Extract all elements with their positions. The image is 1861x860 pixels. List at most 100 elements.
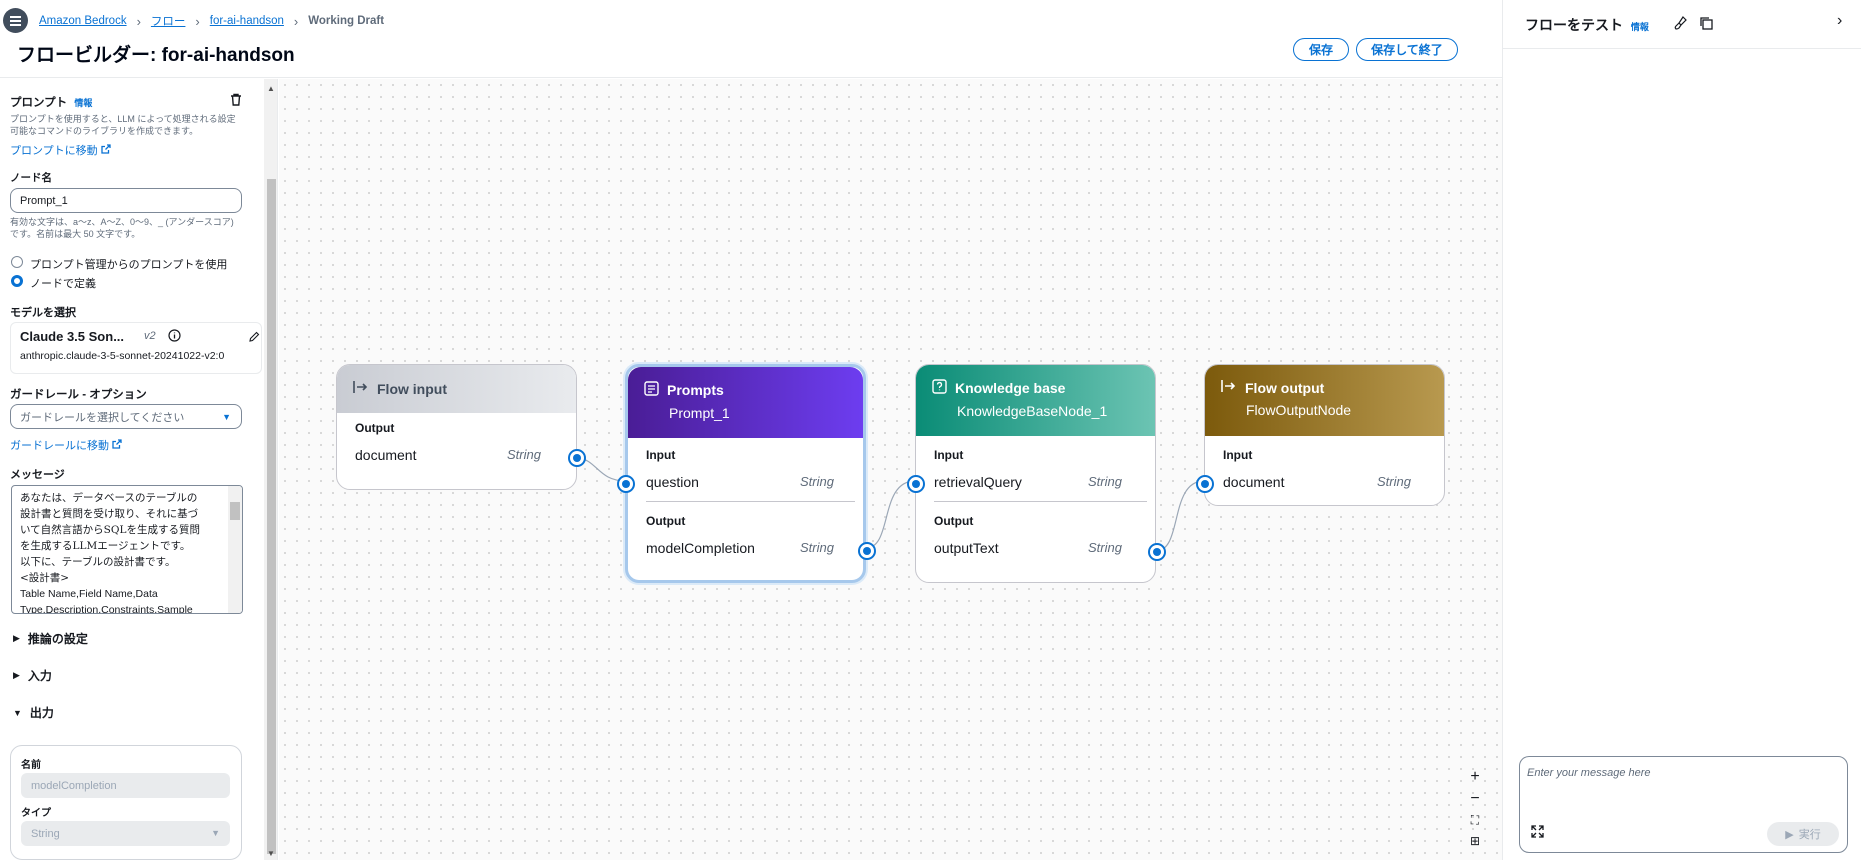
zoom-out-icon[interactable]: − (1466, 790, 1484, 808)
info-link[interactable]: 情報 (1631, 22, 1649, 32)
model-card[interactable]: Claude 3.5 Son... v2 anthropic.claude-3-… (10, 322, 262, 374)
node-flow-output-title: Flow output (1245, 379, 1325, 396)
node-flow-input-title: Flow input (377, 380, 447, 397)
guardrail-select-placeholder: ガードレールを選択してください (20, 411, 185, 424)
external-link-icon (101, 144, 111, 157)
message-line: 以下に、テーブルの設計書です。 (20, 556, 176, 568)
scroll-up-icon[interactable]: ▲ (267, 84, 275, 93)
port-input-label: Input (1223, 448, 1253, 462)
port-output-name: document (355, 447, 417, 463)
chevron-right-icon[interactable]: › (1837, 12, 1842, 30)
page-title: フロービルダー: for-ai-handson (17, 45, 295, 66)
output-type-select: String ▼ (21, 821, 230, 846)
message-textarea[interactable]: あなたは、データベースのテーブルの 設計書と質問を受け取り、それに基づ いて自然… (11, 485, 243, 614)
node-flow-input[interactable]: Flow input Output document String (336, 364, 586, 490)
output-config-card: 名前 modelCompletion タイプ String ▼ (10, 745, 242, 860)
message-label: メッセージ (10, 469, 65, 481)
message-line: あなたは、データベースのテーブルの (20, 492, 198, 504)
model-name: Claude 3.5 Son... (20, 329, 125, 344)
node-knowledge-base[interactable]: Knowledge base KnowledgeBaseNode_1 Input… (907, 364, 1166, 583)
radio-use-managed-prompt[interactable] (11, 256, 23, 268)
test-flow-header: フローをテスト 情報 › (1503, 0, 1861, 49)
port-input-label: Input (934, 448, 964, 462)
info-circle-icon[interactable] (168, 329, 181, 345)
guardrail-label: ガードレール - オプション (10, 389, 147, 401)
scroll-down-icon[interactable]: ▼ (267, 849, 275, 858)
expand-icon[interactable] (1531, 825, 1544, 841)
guardrail-select[interactable]: ガードレールを選択してください ▼ (10, 404, 242, 429)
node-knowledge-base-subtitle: KnowledgeBaseNode_1 (957, 403, 1108, 419)
port-output-type: String (507, 447, 541, 462)
output-port-handle[interactable] (568, 449, 586, 467)
output-port-handle[interactable] (1148, 543, 1166, 561)
caret-down-icon: ▼ (13, 707, 22, 718)
edit-pencil-icon[interactable] (248, 331, 260, 346)
panel-title: プロンプト 情報 (10, 94, 92, 110)
zoom-in-icon[interactable]: + (1466, 768, 1484, 786)
port-input-type: String (1088, 474, 1122, 489)
node-flow-output-header: Flow output FlowOutputNode (1205, 365, 1444, 436)
node-prompts-subtitle: Prompt_1 (669, 405, 730, 421)
node-flow-input-header: Flow input (337, 365, 576, 413)
input-port-handle[interactable] (617, 475, 635, 493)
port-output-label: Output (934, 514, 974, 528)
caret-down-icon: ▼ (211, 828, 220, 838)
port-divider (646, 501, 855, 502)
chevron-right-icon: › (195, 13, 200, 29)
node-prompts-title: Prompts (667, 382, 724, 398)
go-to-guardrail-text: ガードレールに移動 (10, 440, 109, 452)
input-port-handle[interactable] (907, 475, 925, 493)
panel-scrollbar[interactable]: ▲ ▼ (264, 79, 277, 860)
go-to-guardrail-link[interactable]: ガードレールに移動 (10, 437, 122, 453)
fit-view-icon[interactable]: ⛶ (1466, 813, 1484, 828)
input-port-handle[interactable] (1196, 475, 1214, 493)
run-button-label: 実行 (1798, 829, 1821, 841)
message-line: Type,Description,Constraints,Sample (20, 604, 193, 614)
flow-canvas[interactable]: Flow input Output document String Prompt… (279, 79, 1502, 860)
section-inference-settings[interactable]: ▶ 推論の設定 (13, 630, 88, 647)
save-button[interactable]: 保存 (1293, 38, 1349, 61)
section-output[interactable]: ▼ 出力 (13, 704, 54, 721)
auto-layout-icon[interactable]: ⊞ (1466, 834, 1484, 848)
flow-output-icon (1221, 379, 1237, 396)
radio-define-in-node[interactable] (11, 275, 23, 287)
trash-icon[interactable] (230, 93, 242, 109)
chat-input[interactable]: Enter your message here (1527, 767, 1651, 779)
node-name-input[interactable]: Prompt_1 (10, 188, 242, 213)
clear-brush-icon[interactable] (1674, 16, 1688, 33)
model-id: anthropic.claude-3-5-sonnet-20241022-v2:… (20, 350, 225, 362)
port-input-name: document (1223, 474, 1285, 490)
caret-right-icon: ▶ (13, 633, 20, 643)
message-line: を生成するLLMエージェントです。 (20, 540, 191, 552)
go-to-prompt-link[interactable]: プロンプトに移動 (10, 142, 111, 158)
message-line: 設計書と質問を受け取り、それに基づ (20, 508, 199, 520)
chat-input-box[interactable]: Enter your message here ▶ 実行 (1519, 756, 1848, 853)
message-line: Table Name,Field Name,Data (20, 588, 158, 600)
info-link[interactable]: 情報 (74, 98, 92, 108)
copy-icon[interactable] (1699, 16, 1713, 33)
go-to-prompt-text: プロンプトに移動 (10, 145, 98, 157)
chevron-right-icon: › (293, 13, 299, 29)
model-label: モデルを選択 (10, 307, 76, 319)
textarea-scrollbar[interactable] (228, 486, 242, 613)
breadcrumb-flow-name[interactable]: for-ai-handson (210, 15, 284, 27)
run-button[interactable]: ▶ 実行 (1767, 822, 1839, 846)
external-link-icon (112, 439, 122, 452)
panel-title-text: プロンプト (10, 97, 68, 109)
output-type-value: String (31, 827, 60, 840)
port-divider (934, 501, 1147, 502)
output-port-handle[interactable] (858, 542, 876, 560)
caret-right-icon: ▶ (13, 670, 20, 680)
knowledge-base-icon (932, 379, 947, 397)
breadcrumb-flows[interactable]: フロー (151, 13, 186, 29)
node-flow-output[interactable]: Flow output FlowOutputNode Input documen… (1196, 364, 1445, 506)
section-input[interactable]: ▶ 入力 (13, 667, 52, 684)
test-flow-title-text: フローをテスト (1525, 17, 1623, 33)
section-input-label: 入力 (27, 669, 52, 683)
prompt-icon (644, 381, 659, 399)
breadcrumb-bedrock[interactable]: Amazon Bedrock (39, 15, 127, 27)
menu-icon[interactable] (3, 8, 28, 33)
save-and-exit-button[interactable]: 保存して終了 (1356, 38, 1458, 61)
node-prompts[interactable]: Prompts Prompt_1 Input question String O… (617, 364, 876, 583)
message-line: いて自然言語からSQLを生成する質問 (20, 524, 200, 536)
